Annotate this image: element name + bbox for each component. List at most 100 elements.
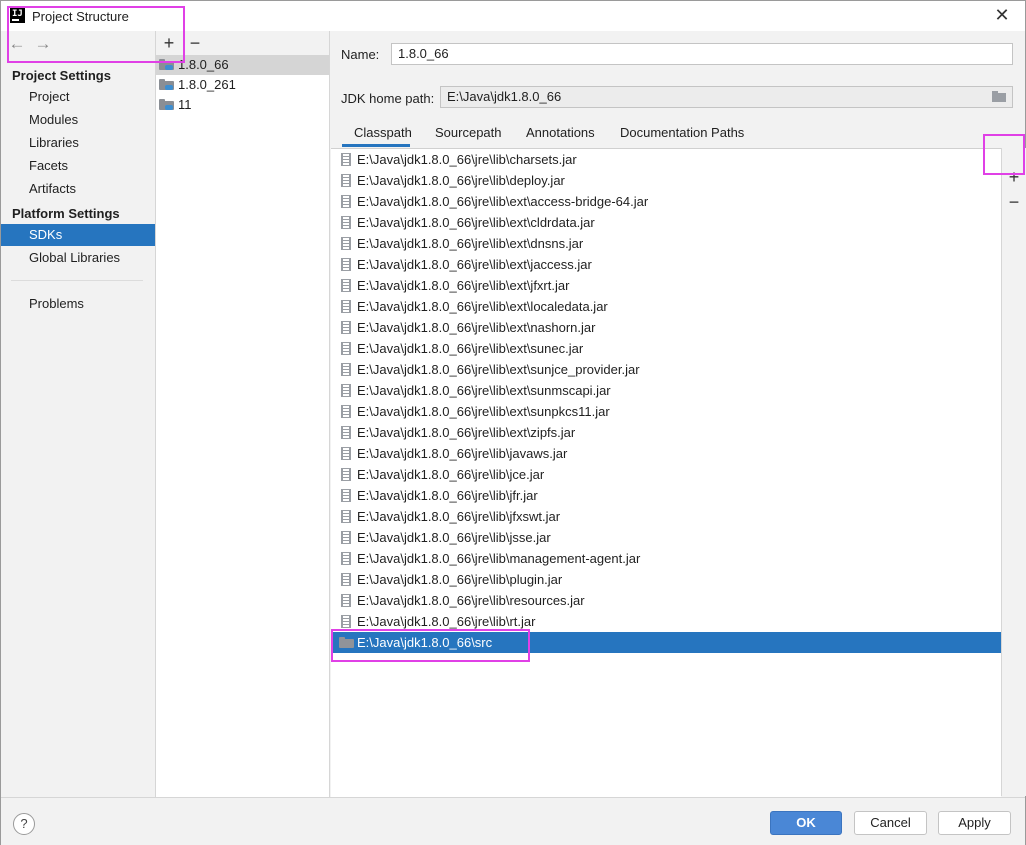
title-bar: IJ Project Structure ✕ xyxy=(1,1,1025,31)
browse-folder-icon[interactable] xyxy=(992,91,1006,102)
classpath-row[interactable]: E:\Java\jdk1.8.0_66\jre\lib\ext\jfxrt.ja… xyxy=(331,275,1001,296)
classpath-row[interactable]: E:\Java\jdk1.8.0_66\jre\lib\resources.ja… xyxy=(331,590,1001,611)
settings-sidebar: ← → Project Settings Project Modules Libra… xyxy=(1,31,156,797)
classpath-row[interactable]: E:\Java\jdk1.8.0_66\jre\lib\ext\nashorn.… xyxy=(331,317,1001,338)
classpath-path: E:\Java\jdk1.8.0_66\jre\lib\ext\localeda… xyxy=(357,299,608,314)
classpath-toolbar: + − xyxy=(1001,148,1026,796)
jar-file-icon xyxy=(341,426,351,439)
tab-classpath[interactable]: Classpath xyxy=(342,123,412,147)
jar-file-icon xyxy=(341,405,351,418)
add-classpath-icon[interactable]: + xyxy=(1003,166,1025,188)
classpath-row[interactable]: E:\Java\jdk1.8.0_66\jre\lib\jfxswt.jar xyxy=(331,506,1001,527)
sidebar-item-problems[interactable]: Problems xyxy=(1,293,155,315)
classpath-path: E:\Java\jdk1.8.0_66\jre\lib\ext\sunmscap… xyxy=(357,383,611,398)
classpath-path: E:\Java\jdk1.8.0_66\jre\lib\javaws.jar xyxy=(357,446,568,461)
tab-documentation-paths[interactable]: Documentation Paths xyxy=(620,123,744,147)
jar-file-icon xyxy=(341,279,351,292)
name-label: Name: xyxy=(341,47,380,62)
platform-settings-heading: Platform Settings xyxy=(12,206,120,221)
jar-file-icon xyxy=(341,594,351,607)
jar-file-icon xyxy=(341,258,351,271)
classpath-row[interactable]: E:\Java\jdk1.8.0_66\jre\lib\javaws.jar xyxy=(331,443,1001,464)
help-button[interactable]: ? xyxy=(13,813,35,835)
jar-file-icon xyxy=(341,342,351,355)
cancel-button[interactable]: Cancel xyxy=(854,811,927,835)
classpath-path: E:\Java\jdk1.8.0_66\jre\lib\ext\zipfs.ja… xyxy=(357,425,576,440)
jar-file-icon xyxy=(341,552,351,565)
jar-file-icon xyxy=(341,489,351,502)
jar-file-icon xyxy=(341,195,351,208)
apply-button[interactable]: Apply xyxy=(938,811,1011,835)
tab-sourcepath[interactable]: Sourcepath xyxy=(435,123,502,147)
classpath-row[interactable]: E:\Java\jdk1.8.0_66\jre\lib\ext\localeda… xyxy=(331,296,1001,317)
classpath-path: E:\Java\jdk1.8.0_66\jre\lib\ext\jfxrt.ja… xyxy=(357,278,570,293)
classpath-row[interactable]: E:\Java\jdk1.8.0_66\jre\lib\plugin.jar xyxy=(331,569,1001,590)
sidebar-item-global-libraries[interactable]: Global Libraries xyxy=(1,247,155,269)
classpath-row[interactable]: E:\Java\jdk1.8.0_66\jre\lib\ext\sunmscap… xyxy=(331,380,1001,401)
sidebar-item-libraries[interactable]: Libraries xyxy=(1,132,155,154)
jar-file-icon xyxy=(341,447,351,460)
project-structure-dialog: IJ Project Structure ✕ ← → Project Setti… xyxy=(0,0,1026,845)
classpath-row[interactable]: E:\Java\jdk1.8.0_66\jre\lib\rt.jar xyxy=(331,611,1001,632)
jdk-home-path-value: E:\Java\jdk1.8.0_66 xyxy=(447,89,562,104)
sdk-list-item[interactable]: 11 xyxy=(156,95,329,115)
classpath-row[interactable]: E:\Java\jdk1.8.0_66\jre\lib\management-a… xyxy=(331,548,1001,569)
sidebar-divider xyxy=(11,280,143,281)
classpath-row[interactable]: E:\Java\jdk1.8.0_66\src xyxy=(331,632,1001,653)
classpath-list[interactable]: E:\Java\jdk1.8.0_66\jre\lib\charsets.jar… xyxy=(331,148,1001,797)
classpath-path: E:\Java\jdk1.8.0_66\jre\lib\jfxswt.jar xyxy=(357,509,561,524)
classpath-row[interactable]: E:\Java\jdk1.8.0_66\jre\lib\deploy.jar xyxy=(331,170,1001,191)
intellij-app-icon: IJ xyxy=(10,8,25,23)
classpath-row[interactable]: E:\Java\jdk1.8.0_66\jre\lib\jsse.jar xyxy=(331,527,1001,548)
sidebar-item-project[interactable]: Project xyxy=(1,86,155,108)
sdk-folder-icon xyxy=(159,59,174,70)
tab-annotations[interactable]: Annotations xyxy=(526,123,595,147)
classpath-row[interactable]: E:\Java\jdk1.8.0_66\jre\lib\ext\cldrdata… xyxy=(331,212,1001,233)
sdk-name: 1.8.0_261 xyxy=(178,77,236,92)
remove-classpath-icon[interactable]: − xyxy=(1003,191,1025,213)
classpath-row[interactable]: E:\Java\jdk1.8.0_66\jre\lib\ext\dnsns.ja… xyxy=(331,233,1001,254)
remove-sdk-icon[interactable]: − xyxy=(185,32,205,54)
sdk-name: 11 xyxy=(178,97,192,112)
jar-file-icon xyxy=(341,615,351,628)
close-icon[interactable]: ✕ xyxy=(991,5,1013,27)
jar-file-icon xyxy=(341,237,351,250)
name-field[interactable]: 1.8.0_66 xyxy=(391,43,1013,65)
jdk-home-path-field[interactable]: E:\Java\jdk1.8.0_66 xyxy=(440,86,1013,108)
classpath-row[interactable]: E:\Java\jdk1.8.0_66\jre\lib\ext\sunjce_p… xyxy=(331,359,1001,380)
classpath-path: E:\Java\jdk1.8.0_66\jre\lib\ext\cldrdata… xyxy=(357,215,595,230)
sidebar-item-sdks[interactable]: SDKs xyxy=(1,224,155,246)
classpath-row[interactable]: E:\Java\jdk1.8.0_66\jre\lib\jce.jar xyxy=(331,464,1001,485)
jar-file-icon xyxy=(341,300,351,313)
classpath-path: E:\Java\jdk1.8.0_66\jre\lib\deploy.jar xyxy=(357,173,565,188)
classpath-path: E:\Java\jdk1.8.0_66\jre\lib\jfr.jar xyxy=(357,488,538,503)
classpath-row[interactable]: E:\Java\jdk1.8.0_66\jre\lib\ext\sunec.ja… xyxy=(331,338,1001,359)
sidebar-item-modules[interactable]: Modules xyxy=(1,109,155,131)
classpath-path: E:\Java\jdk1.8.0_66\jre\lib\ext\sunpkcs1… xyxy=(357,404,610,419)
sidebar-item-artifacts[interactable]: Artifacts xyxy=(1,178,155,200)
classpath-row[interactable]: E:\Java\jdk1.8.0_66\jre\lib\ext\sunpkcs1… xyxy=(331,401,1001,422)
sdk-details-panel: Name: 1.8.0_66 JDK home path: E:\Java\jd… xyxy=(330,31,1026,797)
classpath-path: E:\Java\jdk1.8.0_66\jre\lib\resources.ja… xyxy=(357,593,585,608)
jar-file-icon xyxy=(341,468,351,481)
classpath-row[interactable]: E:\Java\jdk1.8.0_66\jre\lib\charsets.jar xyxy=(331,149,1001,170)
classpath-row[interactable]: E:\Java\jdk1.8.0_66\jre\lib\ext\jaccess.… xyxy=(331,254,1001,275)
dialog-footer: ? OK Cancel Apply xyxy=(1,797,1025,845)
sdk-list-item[interactable]: 1.8.0_66 xyxy=(156,55,329,75)
classpath-row[interactable]: E:\Java\jdk1.8.0_66\jre\lib\ext\access-b… xyxy=(331,191,1001,212)
sdk-list-panel: + − 1.8.0_66 1.8.0_261 11 xyxy=(156,31,330,797)
classpath-row[interactable]: E:\Java\jdk1.8.0_66\jre\lib\ext\zipfs.ja… xyxy=(331,422,1001,443)
add-sdk-icon[interactable]: + xyxy=(159,32,179,54)
classpath-row[interactable]: E:\Java\jdk1.8.0_66\jre\lib\jfr.jar xyxy=(331,485,1001,506)
ok-button[interactable]: OK xyxy=(770,811,842,835)
classpath-path: E:\Java\jdk1.8.0_66\jre\lib\ext\nashorn.… xyxy=(357,320,596,335)
classpath-path: E:\Java\jdk1.8.0_66\jre\lib\jsse.jar xyxy=(357,530,551,545)
jar-file-icon xyxy=(341,384,351,397)
jar-file-icon xyxy=(341,321,351,334)
back-arrow-icon[interactable]: ← xyxy=(7,34,27,54)
forward-arrow-icon[interactable]: → xyxy=(33,34,53,54)
classpath-path: E:\Java\jdk1.8.0_66\jre\lib\rt.jar xyxy=(357,614,536,629)
sidebar-item-facets[interactable]: Facets xyxy=(1,155,155,177)
jar-file-icon xyxy=(341,573,351,586)
sdk-list-item[interactable]: 1.8.0_261 xyxy=(156,75,329,95)
